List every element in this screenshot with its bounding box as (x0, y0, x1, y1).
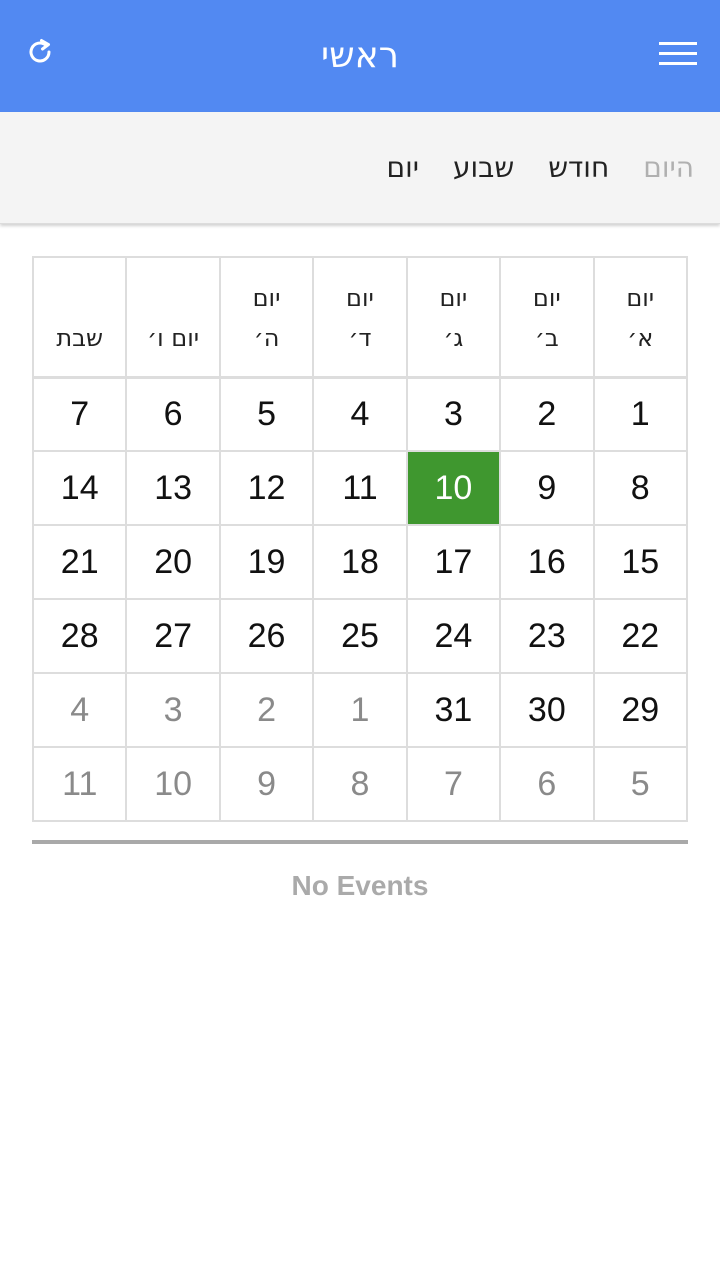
weekday-label-line2: ג׳ (443, 323, 464, 352)
weekday-label-line1: יום (626, 283, 655, 312)
calendar-day[interactable]: 1 (312, 672, 408, 748)
calendar-day[interactable]: 20 (125, 524, 221, 600)
page-title: ראשי (321, 35, 399, 76)
weekday-label-line1: יום (532, 283, 561, 312)
view-tabs: יום שבוע חודש היום (387, 148, 694, 188)
calendar-day[interactable]: 11 (31, 746, 128, 822)
view-switcher-bar: יום שבוע חודש היום (0, 112, 720, 224)
tab-month[interactable]: חודש (548, 148, 609, 188)
calendar-day[interactable]: 3 (405, 376, 502, 452)
weekday-label-line1: יום (252, 283, 281, 312)
calendar-day[interactable]: 24 (405, 598, 502, 674)
calendar-day[interactable]: 27 (125, 598, 221, 674)
app-header: ראשי (0, 0, 720, 112)
weekday-header: יום ה׳ (218, 256, 315, 378)
weekday-label-line2: א׳ (627, 323, 654, 352)
weekday-label-line2: ה׳ (253, 323, 280, 352)
weekday-header-row: שבת יום ו׳ יום ה׳ יום ד׳ יום ג׳ יום ב׳ יום א׳ (31, 256, 689, 378)
no-events-message: No Events (291, 870, 429, 901)
calendar-day[interactable]: 16 (499, 524, 595, 600)
calendar-day[interactable]: 28 (31, 598, 128, 674)
calendar-day[interactable]: 25 (312, 598, 408, 674)
month-calendar: שבת יום ו׳ יום ה׳ יום ד׳ יום ג׳ יום ב׳ יום א׳ 76543… (31, 256, 689, 822)
calendar-week-row: 4 3 2 1 31 30 29 (31, 672, 689, 748)
calendar-day[interactable]: 9 (499, 450, 595, 526)
calendar-day[interactable]: 11 (312, 450, 408, 526)
calendar-day[interactable]: 7 (405, 746, 502, 822)
weekday-label-line2: ב׳ (534, 323, 559, 352)
calendar-day[interactable]: 13 (125, 450, 221, 526)
calendar-day[interactable]: 14 (31, 450, 128, 526)
calendar-day[interactable]: 15 (592, 524, 689, 600)
calendar-day[interactable]: 23 (499, 598, 595, 674)
calendar-day[interactable]: 29 (592, 672, 689, 748)
weekday-header: יום ב׳ (499, 256, 595, 378)
calendar-day[interactable]: 1 (592, 376, 689, 452)
calendar-day[interactable]: 2 (218, 672, 315, 748)
weekday-label-line1: יום (346, 283, 374, 312)
calendar-day[interactable]: 18 (312, 524, 408, 600)
tab-week[interactable]: שבוע (453, 148, 514, 188)
calendar-day[interactable]: 6 (499, 746, 595, 822)
weekday-header: יום ג׳ (405, 256, 502, 378)
calendar-day[interactable]: 17 (405, 524, 502, 600)
calendar-day[interactable]: 5 (218, 376, 315, 452)
hamburger-menu-icon (659, 41, 697, 71)
calendar-day[interactable]: 8 (592, 450, 689, 526)
weekday-label-line2: יום ו׳ (147, 323, 200, 352)
calendar-day[interactable]: 12 (218, 450, 315, 526)
calendar-grid: 7 6 5 4 3 2 1 14 13 12 11 10 9 8 21 20 19 18 17 16 15 28 27 26 2… (31, 376, 689, 822)
weekday-label-line1: יום (439, 283, 468, 312)
calendar-day[interactable]: 3 (125, 672, 221, 748)
calendar-week-row: 11 10 9 8 7 6 5 (31, 746, 689, 822)
weekday-header: שבת (31, 256, 128, 378)
calendar-day[interactable]: 10 (125, 746, 221, 822)
weekday-label-line2: ד׳ (348, 323, 372, 352)
calendar-day[interactable]: 4 (312, 376, 408, 452)
menu-button[interactable] (656, 36, 700, 76)
weekday-header: יום ו׳ (125, 256, 221, 378)
calendar-day[interactable]: 2 (499, 376, 595, 452)
calendar-day[interactable]: 6 (125, 376, 221, 452)
calendar-day-today[interactable]: 10 (405, 450, 502, 526)
weekday-header: יום א׳ (592, 256, 689, 378)
calendar-week-row: 21 20 19 18 17 16 15 (31, 524, 689, 600)
weekday-header: יום ד׳ (312, 256, 408, 378)
tab-today[interactable]: היום (643, 148, 694, 188)
calendar-day[interactable]: 7 (31, 376, 128, 452)
calendar-day[interactable]: 19 (218, 524, 315, 600)
calendar-day[interactable]: 4 (31, 672, 128, 748)
calendar-week-row: 28 27 26 25 24 23 22 (31, 598, 689, 674)
divider (32, 840, 688, 844)
calendar-day[interactable]: 31 (405, 672, 502, 748)
calendar-day[interactable]: 22 (592, 598, 689, 674)
calendar-week-row: 14 13 12 11 10 9 8 (31, 450, 689, 526)
calendar-day[interactable]: 9 (218, 746, 315, 822)
calendar-day[interactable]: 26 (218, 598, 315, 674)
calendar-day[interactable]: 5 (592, 746, 689, 822)
calendar-day[interactable]: 30 (499, 672, 595, 748)
calendar-day[interactable]: 21 (31, 524, 128, 600)
tab-day[interactable]: יום (387, 148, 419, 188)
calendar-week-row: 7654321 (31, 376, 689, 452)
weekday-label-line2: שבת (56, 323, 104, 352)
calendar-day[interactable]: 8 (312, 746, 408, 822)
